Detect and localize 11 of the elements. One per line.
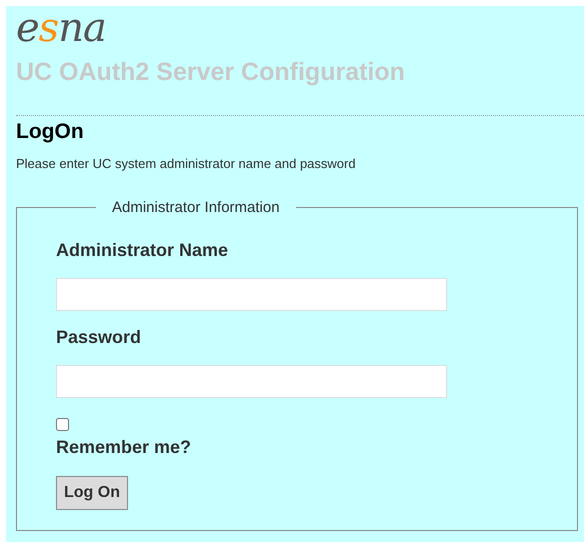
description-text: Please enter UC system administrator name and password xyxy=(16,156,356,171)
field-label: Administrator Name xyxy=(56,240,228,261)
field-label: Password xyxy=(56,327,142,348)
input-field[interactable] xyxy=(56,278,447,311)
fieldset-legend: Administrator Information xyxy=(96,199,296,216)
section-heading: LogOn xyxy=(16,120,84,144)
checkbox-label: Remember me? xyxy=(56,437,192,458)
log-on-button[interactable]: Log On xyxy=(56,476,128,510)
remember-checkbox[interactable] xyxy=(56,418,69,431)
logo: esna xyxy=(16,6,106,48)
input-field[interactable] xyxy=(56,365,447,398)
